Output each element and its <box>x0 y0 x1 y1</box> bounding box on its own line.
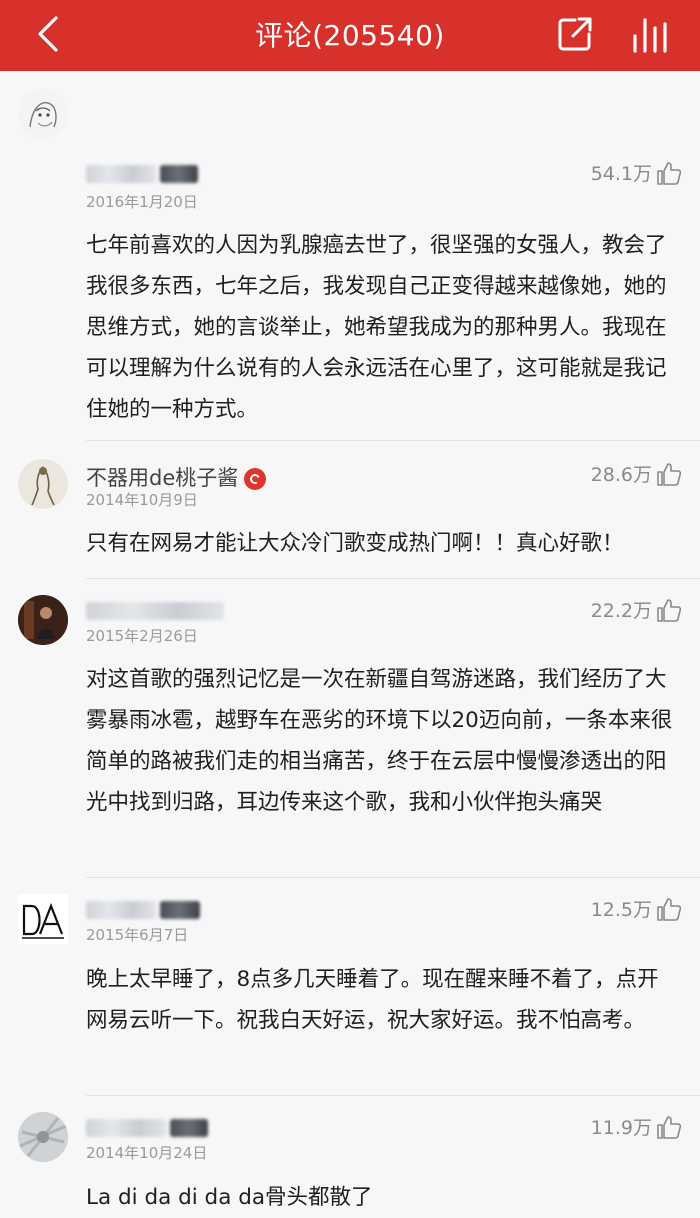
thumbs-up-icon <box>657 897 682 921</box>
share-icon[interactable] <box>555 14 595 54</box>
like-count: 12.5万 <box>590 899 652 921</box>
username-obscured[interactable] <box>86 161 198 185</box>
avatar[interactable] <box>18 894 68 944</box>
thumbs-up-icon <box>657 161 682 185</box>
username-obscured[interactable] <box>86 598 224 622</box>
comment-text: 对这首歌的强烈记忆是一次在新疆自驾游迷路，我们经历了大雾暴雨冰雹，越野车在恶劣的… <box>86 667 673 815</box>
map-avatar-icon <box>18 1112 68 1162</box>
avatar[interactable] <box>18 459 68 509</box>
like-button[interactable]: 28.6万 <box>591 460 682 487</box>
like-button[interactable]: 12.5万 <box>591 895 682 922</box>
like-count: 22.2万 <box>590 600 652 622</box>
top-bar: 评论(205540) <box>0 0 700 71</box>
thumbs-up-icon <box>657 1115 682 1139</box>
like-button[interactable]: 54.1万 <box>591 159 682 186</box>
username-obscured[interactable] <box>86 897 200 921</box>
divider <box>86 578 700 579</box>
avatar[interactable] <box>18 595 68 645</box>
comment-date: 2014年10月24日 <box>86 1144 208 1162</box>
like-count: 54.1万 <box>590 163 652 185</box>
comment-date: 2016年1月20日 <box>86 193 198 211</box>
comment-text: 只有在网易才能让大众冷门歌变成热门啊！！真心好歌！ <box>86 531 624 556</box>
comment-text: 七年前喜欢的人因为乳腺癌去世了，很坚强的女强人，教会了我很多东西，七年之后，我发… <box>86 233 667 422</box>
comment-text: 晚上太早睡了，8点多几天睡着了。现在醒来睡不着了，点开网易云听一下。祝我白天好运… <box>86 967 659 1033</box>
comment-date: 2015年2月26日 <box>86 627 198 645</box>
da-logo-icon <box>18 894 68 944</box>
avatar[interactable] <box>18 1112 68 1162</box>
thumbs-up-icon <box>657 598 682 622</box>
comment-date: 2015年6月7日 <box>86 926 189 944</box>
divider <box>86 877 700 878</box>
username-obscured[interactable] <box>86 1115 208 1139</box>
divider <box>86 440 700 441</box>
divider <box>86 1095 700 1096</box>
like-count: 28.6万 <box>590 464 652 486</box>
like-button[interactable]: 11.9万 <box>591 1113 682 1140</box>
avatar[interactable] <box>18 89 68 139</box>
username[interactable]: 不器用de桃子酱 <box>86 462 267 492</box>
comment-date: 2014年10月9日 <box>86 491 198 509</box>
page-title: 评论(205540) <box>255 19 445 52</box>
photo-avatar-icon <box>18 595 68 645</box>
chart-bars-icon[interactable] <box>630 14 674 54</box>
comment-text: La di da di da da骨头都散了 <box>86 1185 373 1210</box>
thumbs-up-icon <box>657 462 682 486</box>
figure-avatar-icon <box>18 459 68 509</box>
sketch-avatar-icon <box>18 89 68 139</box>
music-badge-icon <box>244 468 267 490</box>
like-count: 11.9万 <box>590 1117 652 1139</box>
like-button[interactable]: 22.2万 <box>591 596 682 623</box>
